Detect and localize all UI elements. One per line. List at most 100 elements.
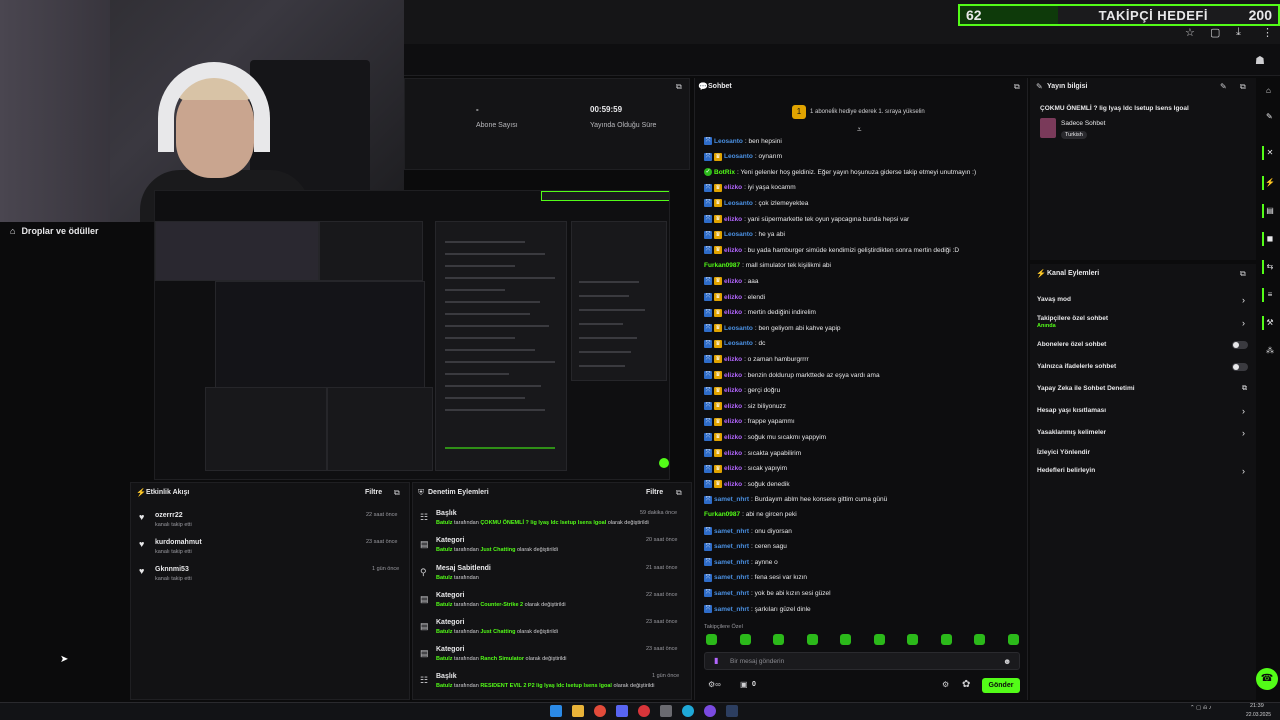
chat-message[interactable]: ⤧ ♛ elizko: frappe yapammı	[704, 417, 795, 426]
chat-message[interactable]: ⤧ samet_nhrt: fena sesi var kızın	[704, 573, 807, 582]
chat-message[interactable]: ⤧ ♛ Leosanto: dc	[704, 339, 765, 348]
opera-icon[interactable]	[638, 705, 650, 717]
file-explorer-icon[interactable]	[572, 705, 584, 717]
chat-username[interactable]: elizko	[724, 216, 742, 223]
chevron-right-icon[interactable]: ›	[1242, 466, 1245, 476]
chat-message[interactable]: ⤧ samet_nhrt: Burdayım ablm hee konsere g…	[704, 495, 887, 504]
chat-message[interactable]: ⤧ samet_nhrt: şarkıları güzel dinle	[704, 605, 811, 613]
chat-username[interactable]: Leosanto	[724, 153, 753, 160]
chat-username[interactable]: elizko	[724, 481, 742, 488]
chat-message[interactable]: ⤧ ♛ elizko: sıcak yapıyim	[704, 464, 787, 473]
channel-action-label[interactable]: Yalnızca ifadelerle sohbet	[1037, 363, 1116, 370]
chat-message[interactable]: ⤧ ♛ elizko: yani süpermarkette tek oyun ya…	[704, 215, 909, 223]
chat-message[interactable]: ⤧ ♛ elizko: aaa	[704, 277, 759, 286]
chat-username[interactable]: elizko	[724, 403, 742, 410]
channel-action-label[interactable]: Hedefleri belirleyin	[1037, 467, 1095, 474]
emote-icon[interactable]	[773, 634, 784, 645]
channel-action-label[interactable]: Abonelere özel sohbet	[1037, 341, 1106, 348]
emote-icon[interactable]	[907, 634, 918, 645]
chat-username[interactable]: BotRix	[714, 169, 735, 176]
download-icon[interactable]: ⤓	[1236, 26, 1241, 39]
chat-message[interactable]: ⤧ ♛ elizko: elendi	[704, 293, 765, 301]
emote-icon[interactable]	[706, 634, 717, 645]
chat-message[interactable]: Furkan0987: abi ne gircen peki	[704, 511, 797, 518]
steam-icon[interactable]	[726, 705, 738, 717]
chat-username[interactable]: elizko	[724, 309, 742, 316]
grid-icon[interactable]: ⁂	[1266, 346, 1274, 355]
popout-icon[interactable]: ⧉	[394, 488, 400, 498]
edge-icon[interactable]	[682, 705, 694, 717]
emote-icon[interactable]	[974, 634, 985, 645]
chat-username[interactable]: elizko	[724, 278, 742, 285]
send-button[interactable]: Gönder	[982, 678, 1020, 693]
chat-username[interactable]: samet_nhrt	[714, 496, 749, 503]
chat-username[interactable]: elizko	[724, 294, 742, 301]
chrome-icon[interactable]	[594, 705, 606, 717]
chat-message[interactable]: ⤧ ♛ Leosanto: he ya abi	[704, 230, 785, 239]
drops-link[interactable]: ⌂ Droplar ve ödüller	[10, 226, 98, 236]
emote-icon[interactable]	[806, 634, 818, 645]
chat-message[interactable]: ⤧ ♛ elizko: gerçi doğru	[704, 386, 780, 395]
moderation-filter[interactable]: Filtre	[646, 489, 663, 496]
chat-message[interactable]: ✓ BotRix: Yeni gelenler hoş geldiniz. Eğe…	[704, 168, 976, 177]
chat-message[interactable]: ⤧ ♛ Leosanto: oynarım	[704, 152, 782, 161]
close-icon[interactable]: ✕	[1262, 146, 1276, 160]
mod-settings-icon[interactable]: ✿	[962, 679, 970, 690]
chat-message[interactable]: ⤧ ♛ elizko: iyi yaşa kocamm	[704, 183, 796, 192]
document-icon[interactable]: ▤	[1262, 204, 1276, 218]
menu-icon[interactable]: ⋮	[1262, 26, 1273, 39]
chat-username[interactable]: Furkan0987	[704, 262, 740, 269]
chevron-right-icon[interactable]: ›	[1242, 428, 1245, 438]
popout-icon[interactable]: ⧉	[1014, 82, 1020, 92]
channel-action-label[interactable]: Hesap yaşı kısıtlaması	[1037, 407, 1106, 414]
chat-username[interactable]: Leosanto	[724, 340, 753, 347]
chat-message[interactable]: ⤧ samet_nhrt: ceren sagu	[704, 542, 787, 551]
obs-icon[interactable]	[660, 705, 672, 717]
channel-action-label[interactable]: Yapay Zeka ile Sohbet Denetimi	[1037, 385, 1135, 392]
chat-username[interactable]: samet_nhrt	[714, 590, 749, 597]
chat-message[interactable]: ⤧ ♛ elizko: soğuk denedik	[704, 480, 790, 489]
chat-username[interactable]: elizko	[724, 372, 742, 379]
channel-action-label[interactable]: Takipçilere özel sohbet	[1037, 315, 1108, 322]
edit-icon[interactable]: ✎	[1220, 82, 1227, 91]
stream-preview[interactable]	[154, 190, 670, 480]
star-icon[interactable]: ☆	[1185, 26, 1195, 39]
emote-icon[interactable]	[873, 634, 885, 645]
chat-username[interactable]: Leosanto	[724, 200, 753, 207]
chat-tools-icon[interactable]: ⚙∞	[708, 680, 721, 689]
external-link-icon[interactable]: ⧉	[1242, 385, 1247, 393]
chat-username[interactable]: elizko	[724, 356, 742, 363]
emote-icon[interactable]	[840, 634, 851, 645]
scroll-down-icon[interactable]: ⩡	[857, 125, 862, 135]
chat-message[interactable]: ⤧ samet_nhrt: aynne o	[704, 558, 778, 567]
toggle-switch[interactable]	[1232, 363, 1248, 371]
popout-icon[interactable]: ⧉	[676, 488, 682, 498]
system-tray-icon[interactable]: ⌃ ▢ ⎌ ♪	[1190, 705, 1212, 712]
toggle-switch[interactable]	[1232, 341, 1248, 349]
chat-username[interactable]: samet_nhrt	[714, 606, 749, 613]
home-icon[interactable]: ⌂	[1266, 86, 1271, 95]
support-icon[interactable]: ☎	[1256, 668, 1278, 690]
emoji-icon[interactable]: ☻	[1003, 657, 1011, 666]
chat-username[interactable]: Leosanto	[724, 231, 753, 238]
windows-start-icon[interactable]	[550, 705, 562, 717]
chat-username[interactable]: Leosanto	[724, 325, 753, 332]
list-icon[interactable]: ≡	[1262, 288, 1276, 302]
chat-username[interactable]: elizko	[724, 450, 742, 457]
chat-message[interactable]: ⤧ samet_nhrt: onu diyorsan	[704, 527, 792, 535]
chat-message[interactable]: ⤧ samet_nhrt: yok be abi kızın sesi güzel	[704, 589, 831, 598]
chat-username[interactable]: samet_nhrt	[714, 559, 749, 566]
chat-icon[interactable]: ◼	[1262, 232, 1276, 246]
wrench-icon[interactable]: ⚒	[1262, 316, 1276, 330]
chat-message[interactable]: ⤧ ♛ elizko: soğuk mu sıcakmı yappyim	[704, 433, 826, 442]
link-icon[interactable]: ⇆	[1262, 260, 1276, 274]
channel-action-label[interactable]: İzleyici Yönlendir	[1037, 449, 1090, 456]
chat-message[interactable]: ⤧ ♛ elizko: o zaman hamburgrrrr	[704, 355, 809, 364]
emote-icon[interactable]	[739, 634, 751, 645]
trash-icon[interactable]: ▣	[740, 680, 748, 689]
chat-username[interactable]: samet_nhrt	[714, 574, 749, 581]
chat-username[interactable]: Leosanto	[714, 138, 743, 145]
chevron-right-icon[interactable]: ›	[1242, 295, 1245, 305]
chevron-right-icon[interactable]: ›	[1242, 318, 1245, 328]
profile-icon[interactable]: ☗	[1255, 54, 1265, 67]
